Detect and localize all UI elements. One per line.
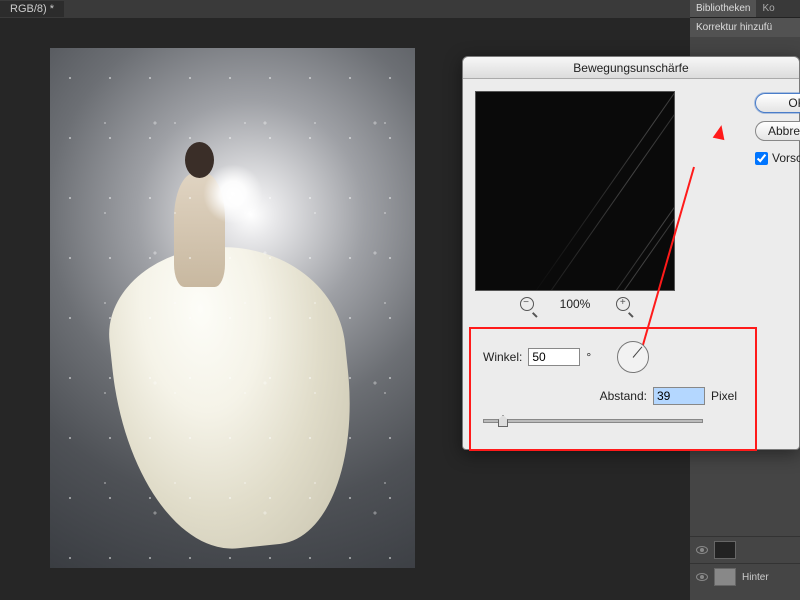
zoom-level: 100% (560, 297, 591, 311)
distance-label: Abstand: (600, 389, 647, 403)
cancel-button[interactable]: Abbrechen (755, 121, 800, 141)
distance-slider[interactable] (483, 419, 703, 423)
layers-panel: Hinter (690, 536, 800, 590)
document-canvas[interactable] (50, 48, 415, 568)
visibility-icon[interactable] (696, 546, 708, 554)
distance-unit: Pixel (711, 389, 737, 403)
dialog-title: Bewegungsunschärfe (463, 57, 799, 79)
angle-input[interactable] (528, 348, 580, 366)
ok-button[interactable]: OK (755, 93, 800, 113)
degree-symbol: ° (586, 350, 591, 364)
slider-handle[interactable] (498, 415, 508, 427)
angle-dial[interactable] (617, 341, 649, 373)
document-tab-bar: RGB/8) * (0, 0, 800, 18)
angle-label: Winkel: (483, 350, 522, 364)
document-tab[interactable]: RGB/8) * (0, 1, 64, 17)
layer-row[interactable]: Hinter (690, 563, 800, 590)
motion-blur-dialog: Bewegungsunschärfe − 100% + OK Abbrechen… (462, 56, 800, 450)
distance-input[interactable] (653, 387, 705, 405)
tab-libraries[interactable]: Bibliotheken (690, 0, 756, 17)
layer-thumbnail[interactable] (714, 568, 736, 586)
tab-other[interactable]: Ko (756, 0, 780, 17)
panel-tab-strip: Bibliotheken Ko (690, 0, 800, 18)
filter-preview[interactable] (475, 91, 675, 291)
artwork-snow (50, 48, 415, 568)
zoom-out-icon[interactable]: − (520, 297, 534, 311)
adjustments-add-label[interactable]: Korrektur hinzufü (690, 18, 800, 37)
preview-label: Vorschau (772, 151, 800, 165)
layer-thumbnail[interactable] (714, 541, 736, 559)
preview-checkbox[interactable] (755, 152, 768, 165)
layer-name: Hinter (742, 572, 769, 583)
zoom-in-icon[interactable]: + (616, 297, 630, 311)
visibility-icon[interactable] (696, 573, 708, 581)
layer-row[interactable] (690, 536, 800, 563)
